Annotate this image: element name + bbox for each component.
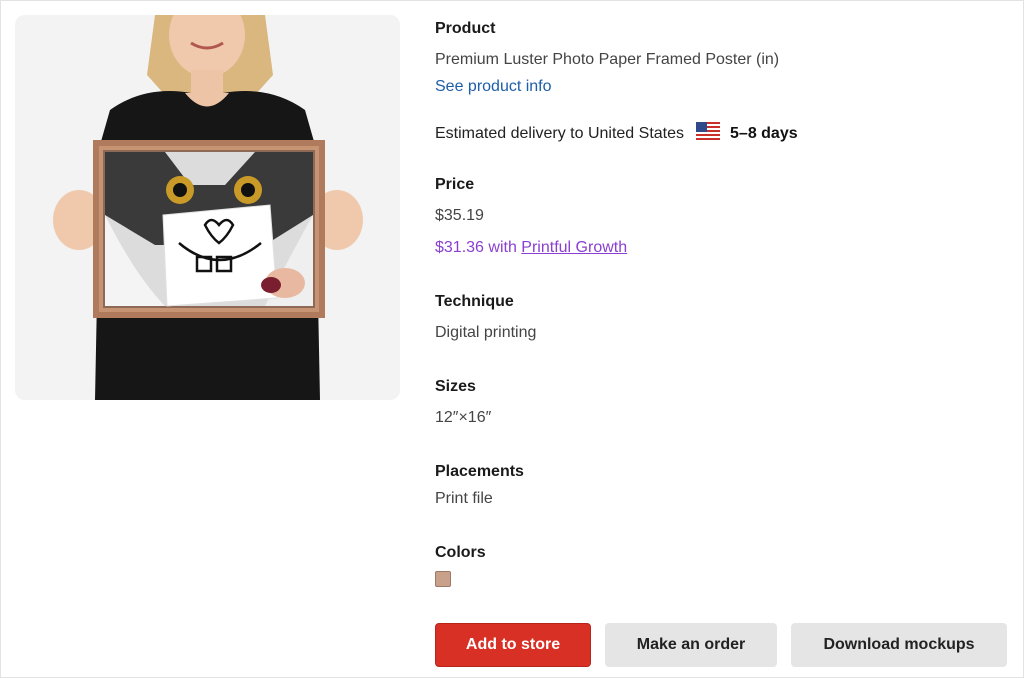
sizes-value: 12″×16″ (435, 409, 492, 426)
colors-label: Colors (435, 544, 486, 561)
make-an-order-button[interactable]: Make an order (605, 623, 777, 667)
delivery-text: Estimated delivery to United States (435, 124, 685, 142)
price-label: Price (435, 176, 475, 193)
product-detail-panel: Product Premium Luster Photo Paper Frame… (0, 0, 1024, 678)
sizes-label: Sizes (435, 378, 476, 395)
growth-price: $31.36 with Printful Growth (435, 239, 627, 257)
delivery-estimate: Estimated delivery to United States 5–8 … (435, 122, 798, 145)
product-name: Premium Luster Photo Paper Framed Poster… (435, 51, 780, 68)
delivery-days: 5–8 days (730, 124, 798, 142)
see-product-info-link[interactable]: See product info (435, 78, 552, 96)
growth-price-text: $31.36 with (435, 239, 517, 256)
product-mockup-image (15, 15, 400, 400)
printful-growth-link[interactable]: Printful Growth (521, 239, 627, 256)
framed-poster-mockup-illustration (15, 15, 400, 400)
placements-label: Placements (435, 463, 524, 480)
regular-price: $35.19 (435, 207, 484, 224)
us-flag-icon (696, 122, 721, 145)
placements-value: Print file (435, 490, 493, 507)
color-swatch[interactable] (435, 571, 451, 587)
technique-label: Technique (435, 293, 514, 310)
product-label: Product (435, 20, 496, 37)
download-mockups-button[interactable]: Download mockups (791, 623, 1007, 667)
add-to-store-button[interactable]: Add to store (435, 623, 591, 667)
technique-value: Digital printing (435, 324, 537, 341)
